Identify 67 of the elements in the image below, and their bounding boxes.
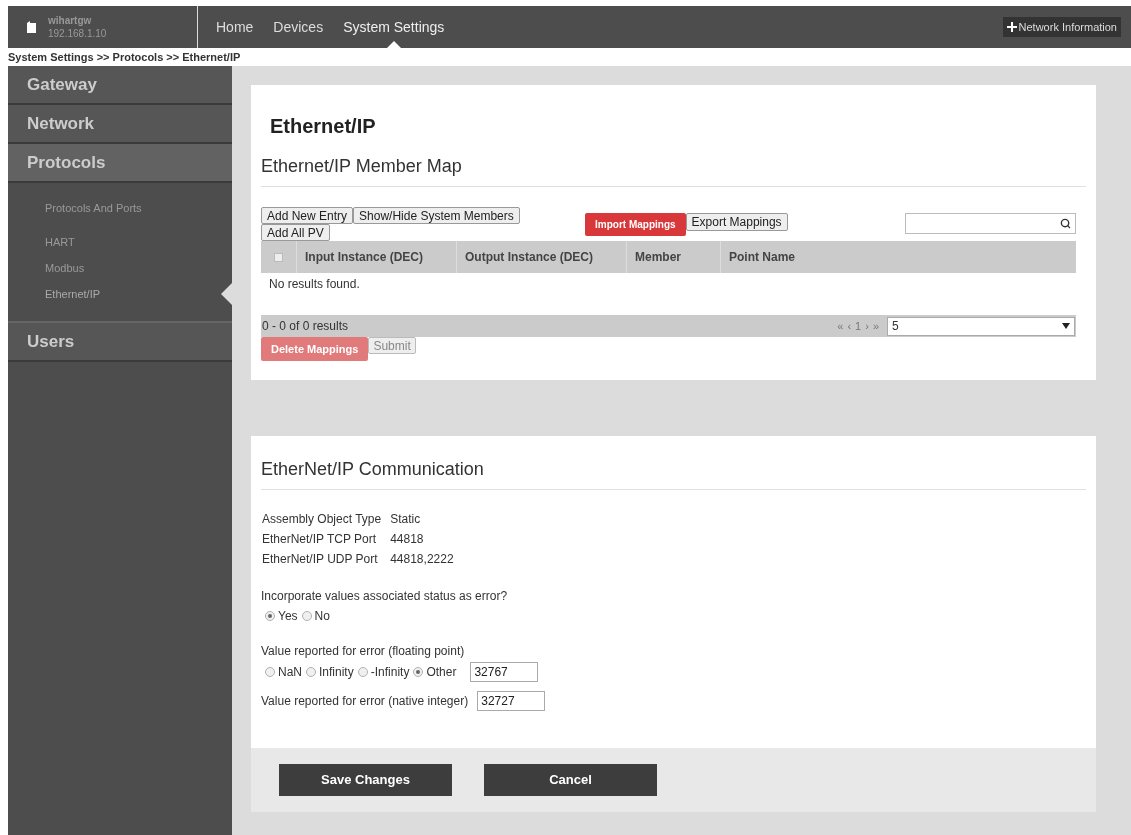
column-header: Member	[627, 241, 721, 273]
search-icon	[1060, 218, 1071, 229]
results-summary: 0 - 0 of 0 results	[262, 318, 349, 335]
network-information-button[interactable]: Network Information	[1002, 17, 1121, 37]
column-header: Output Instance (DEC)	[457, 241, 627, 273]
int-value-field[interactable]: 32727	[477, 691, 546, 711]
sidebar-item[interactable]: Protocols	[8, 144, 232, 183]
question-label: Incorporate values associated status as error?	[261, 588, 509, 605]
radio-label: No	[314, 608, 330, 625]
breadcrumb: System Settings >> Protocols >> Ethernet/IP	[8, 49, 241, 65]
footer-button[interactable]: Save Changes	[279, 764, 452, 796]
nav-tab[interactable]: System Settings	[333, 6, 455, 48]
info-value: Static	[390, 511, 422, 528]
pager-link[interactable]: »	[872, 317, 879, 335]
pager-link[interactable]: ‹	[847, 317, 852, 335]
toolbar-button[interactable]: Add New Entry	[261, 207, 354, 224]
delete-mappings-button[interactable]: Delete Mappings	[261, 337, 369, 361]
nav-tab[interactable]: Home	[206, 6, 264, 48]
page-title: Ethernet/IP	[270, 114, 377, 139]
radio-label: Infinity	[319, 664, 354, 681]
radio-label: -Infinity	[370, 664, 410, 681]
section-title: Ethernet/IP Member Map	[261, 153, 1086, 187]
import-mappings-button[interactable]: Import Mappings	[585, 213, 686, 236]
page-size-select[interactable]: 5	[887, 316, 1075, 336]
pager-link[interactable]: ›	[865, 317, 869, 335]
sidebar-item[interactable]: Network	[8, 105, 232, 144]
radio-button[interactable]	[265, 667, 275, 677]
export-mappings-button[interactable]: Export Mappings	[685, 213, 788, 231]
info-value: 44818,2222	[390, 551, 454, 568]
sidebar-subitem[interactable]: Protocols And Ports	[8, 195, 232, 221]
radio-label: Other	[426, 664, 457, 681]
radio-label: Yes	[278, 608, 298, 625]
submit-button[interactable]: Submit	[368, 337, 416, 354]
info-value: 44818	[390, 531, 425, 548]
footer-button[interactable]: Cancel	[484, 764, 657, 796]
info-label: Assembly Object Type	[262, 511, 382, 528]
device-ip: 192.168.1.10	[48, 27, 107, 40]
empty-message: No results found.	[269, 276, 361, 293]
radio-label: NaN	[278, 664, 302, 681]
radio-button[interactable]	[265, 611, 275, 621]
radio-button[interactable]	[306, 667, 316, 677]
column-header: Point Name	[728, 249, 796, 266]
pager-link[interactable]: 1	[855, 317, 862, 335]
float-value-field[interactable]: 32767	[470, 662, 539, 682]
search-field[interactable]	[905, 213, 1076, 234]
device-icon	[27, 21, 36, 33]
section-title: EtherNet/IP Communication	[261, 456, 1086, 490]
dropdown-arrow-icon	[1062, 323, 1070, 329]
device-name: wihartgw	[48, 14, 93, 27]
info-label: EtherNet/IP UDP Port	[262, 551, 379, 568]
select-all-checkbox[interactable]	[274, 252, 283, 262]
column-header: Input Instance (DEC)	[297, 241, 457, 273]
sidebar-subitem[interactable]: Modbus	[8, 255, 232, 281]
field-label: Value reported for error (floating point)	[261, 643, 466, 660]
radio-button[interactable]	[413, 667, 424, 677]
sidebar-item[interactable]: Gateway	[8, 66, 232, 105]
radio-button[interactable]	[357, 667, 368, 677]
toolbar-button[interactable]: Show/Hide System Members	[353, 207, 520, 224]
pager-link[interactable]: «	[837, 317, 844, 335]
radio-button[interactable]	[301, 611, 312, 621]
toolbar-button[interactable]: Add All PV	[261, 224, 330, 241]
sidebar-item[interactable]: Users	[8, 323, 232, 362]
sidebar-subitem[interactable]: HART	[8, 229, 232, 255]
plus-icon	[1006, 22, 1017, 32]
info-label: EtherNet/IP TCP Port	[262, 531, 378, 548]
field-label: Value reported for error (native integer)	[261, 693, 469, 710]
nav-tab[interactable]: Devices	[263, 6, 334, 48]
